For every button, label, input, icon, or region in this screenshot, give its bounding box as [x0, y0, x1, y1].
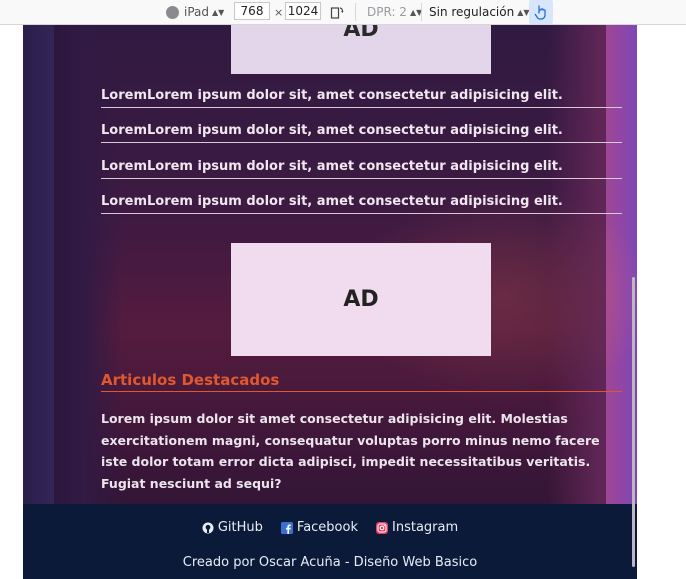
times-separator: × — [274, 5, 284, 19]
list-item[interactable]: LoremLorem ipsum dolor sit, amet consect… — [101, 123, 622, 143]
chevron-updown-icon: ▲▼ — [212, 7, 225, 17]
instagram-link[interactable]: Instagram — [376, 520, 458, 535]
rotate-icon — [330, 7, 344, 19]
responsive-toolbar: iPad ▲▼ 768 × 1024 DPR: 2 ▲▼ Sin regulac… — [0, 0, 686, 25]
github-label: GitHub — [217, 520, 263, 535]
section-paragraph: Lorem ipsum dolor sit amet consectetur a… — [101, 411, 600, 491]
github-link[interactable]: GitHub — [202, 520, 263, 535]
touch-simulation-button[interactable] — [529, 0, 553, 24]
page-scrollbar[interactable] — [632, 277, 635, 567]
ad-label: AD — [343, 287, 379, 312]
instagram-label: Instagram — [392, 520, 459, 535]
width-input[interactable]: 768 — [234, 2, 270, 20]
list-item[interactable]: LoremLorem ipsum dolor sit, amet consect… — [101, 159, 622, 179]
instagram-icon — [376, 521, 388, 534]
page-viewport: AD LoremLorem ipsum dolor sit, amet cons… — [23, 25, 637, 579]
ad-banner-top[interactable]: AD — [231, 25, 491, 74]
dpr-selector[interactable]: DPR: 2 ▲▼ — [367, 0, 422, 24]
facebook-label: Facebook — [296, 520, 358, 535]
footer-credits: Creado por Oscar Acuña - Diseño Web Basi… — [182, 555, 478, 570]
throttling-label: Sin regulación — [429, 5, 515, 19]
device-selector[interactable]: iPad ▲▼ — [166, 0, 224, 24]
height-input[interactable]: 1024 — [285, 2, 321, 20]
chevron-updown-icon: ▲▼ — [517, 7, 530, 17]
throttling-selector[interactable]: Sin regulación ▲▼ — [429, 0, 530, 24]
github-icon — [202, 522, 214, 533]
facebook-icon — [280, 521, 293, 534]
dpr-label: DPR: 2 — [367, 5, 407, 19]
device-icon — [166, 5, 179, 19]
list-item[interactable]: LoremLorem ipsum dolor sit, amet consect… — [101, 194, 622, 214]
page-footer: GitHub Facebook Instagram Creado por Osc… — [23, 504, 637, 579]
hand-pointer-icon — [534, 5, 546, 20]
social-links: GitHub Facebook Instagram — [23, 520, 637, 535]
device-name: iPad — [184, 5, 210, 19]
main-content: AD LoremLorem ipsum dolor sit, amet cons… — [54, 25, 622, 579]
facebook-link[interactable]: Facebook — [280, 520, 358, 535]
toolbar-divider — [355, 3, 356, 21]
rotate-button[interactable] — [330, 0, 344, 24]
ad-banner-middle[interactable]: AD — [231, 243, 491, 356]
toolbar-divider — [421, 3, 422, 21]
ad-label: AD — [343, 25, 379, 42]
list-item[interactable]: LoremLorem ipsum dolor sit, amet consect… — [101, 88, 622, 108]
section-title: Articulos Destacados — [101, 371, 622, 392]
